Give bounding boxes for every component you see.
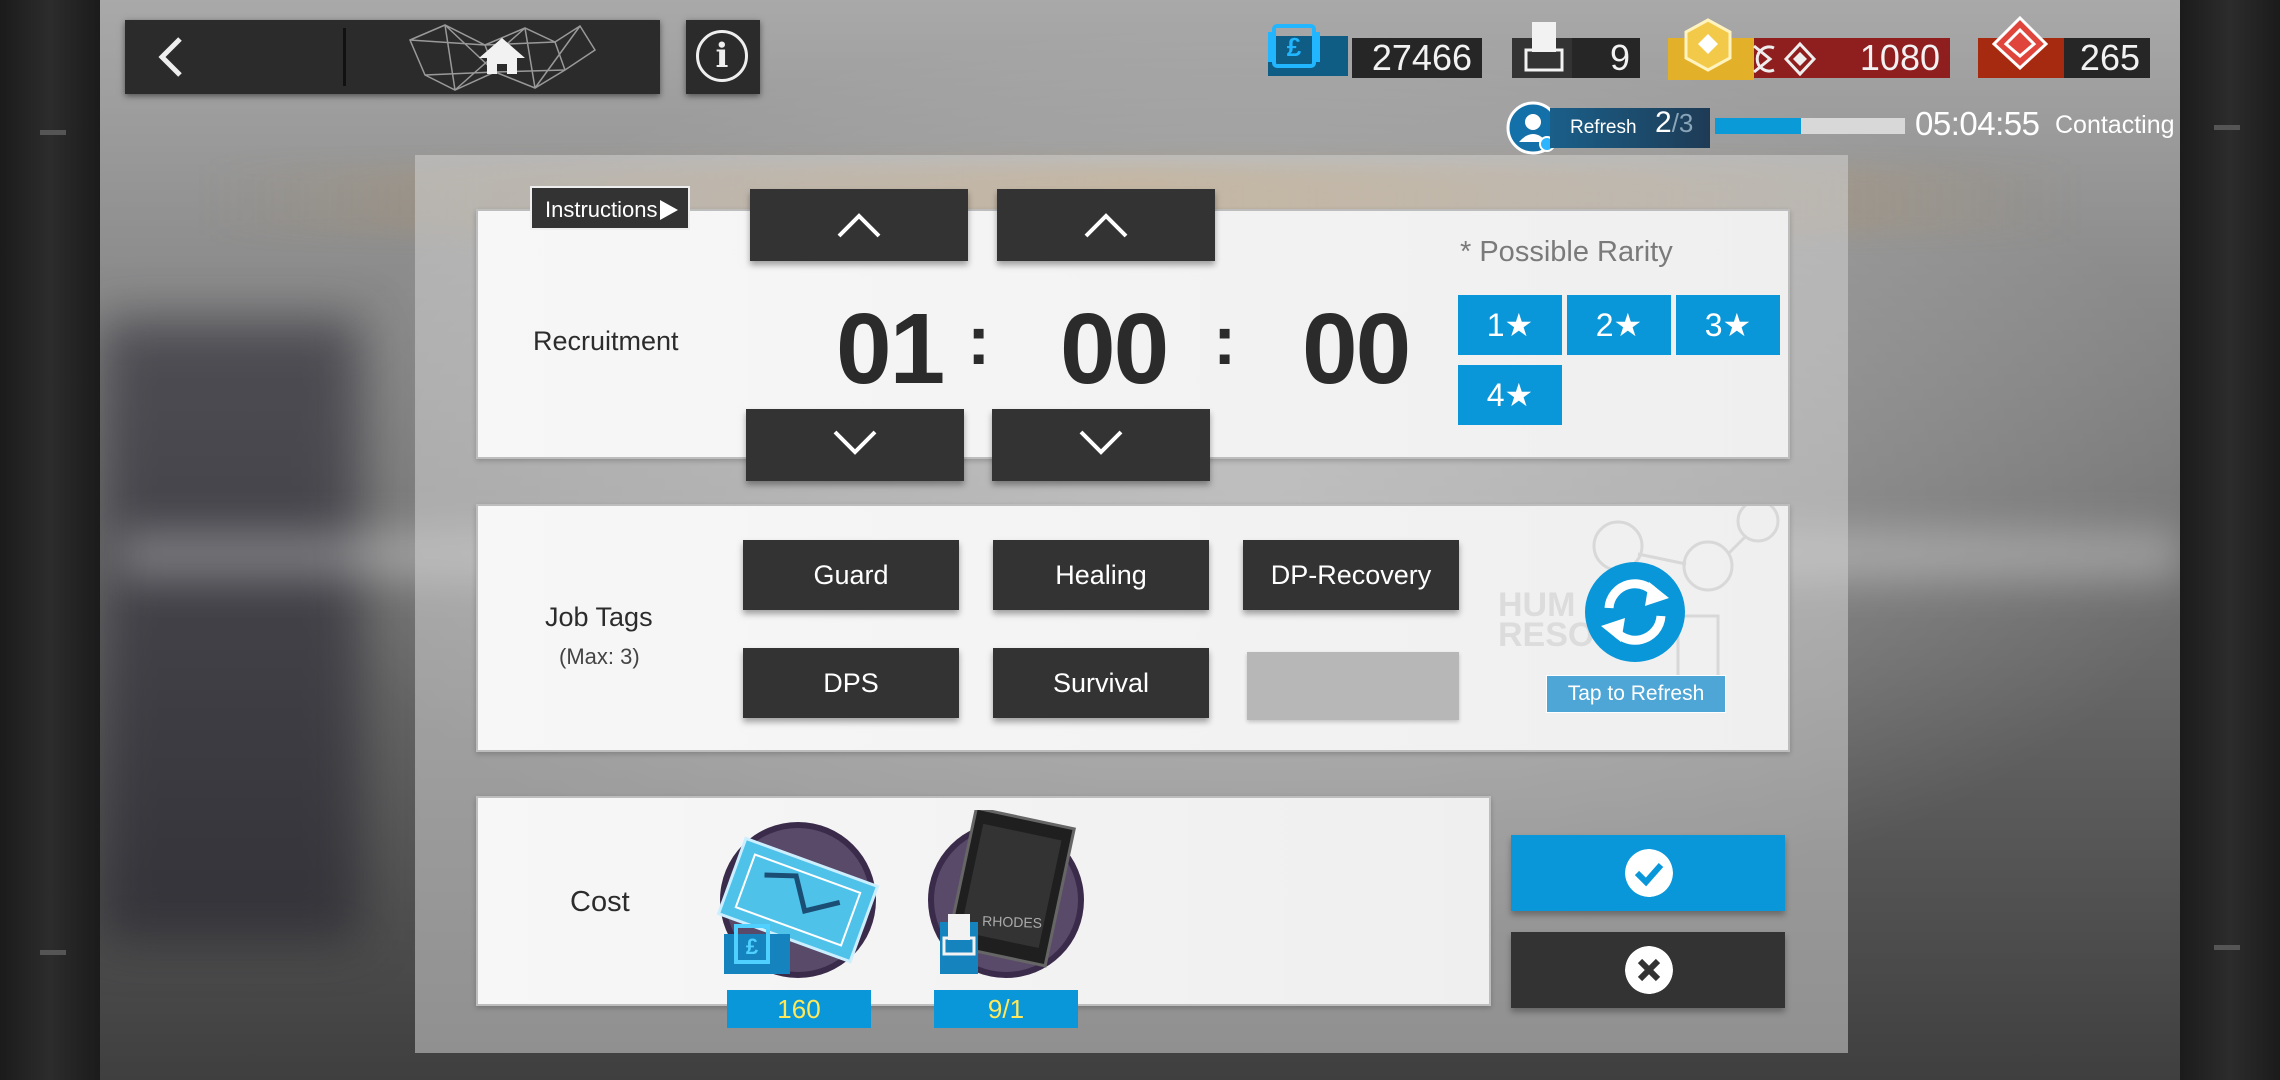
svg-text:£: £	[1287, 32, 1302, 62]
orundum-count: 265	[2064, 38, 2150, 78]
lmd-ticket-item-icon: £	[716, 822, 880, 978]
left-frame	[0, 0, 100, 1080]
minutes-decrease-button[interactable]	[992, 409, 1210, 481]
close-icon	[1625, 946, 1673, 994]
minutes-value: 00	[1060, 293, 1169, 405]
seconds-value: 00	[1302, 293, 1411, 405]
permit-cost-amount: 9/1	[934, 990, 1078, 1028]
contact-status: Contacting	[2055, 111, 2175, 139]
info-icon: i	[696, 30, 748, 82]
contact-progress-bar	[1715, 118, 1905, 134]
rarity-1-star: 1★	[1458, 295, 1562, 355]
rarity-4-star: 4★	[1458, 365, 1562, 425]
recruitment-permit-icon	[1512, 22, 1572, 78]
tap-to-refresh-label[interactable]: Tap to Refresh	[1546, 675, 1726, 713]
chevron-down-icon	[1079, 430, 1123, 455]
instructions-button[interactable]: Instructions	[530, 186, 690, 230]
play-arrow-icon	[660, 200, 678, 220]
chevron-up-icon	[837, 213, 881, 238]
hours-value: 01	[836, 293, 945, 405]
back-button[interactable]	[125, 20, 345, 94]
svg-text:RHODES: RHODES	[982, 913, 1042, 931]
chevron-up-icon	[1084, 213, 1128, 238]
tag-survival-button[interactable]: Survival	[993, 648, 1209, 718]
contact-progress-fill	[1715, 118, 1801, 134]
refresh-status-bar: Refresh 2/3 05:04:55 Contacting	[1505, 100, 2175, 155]
tag-guard-button[interactable]: Guard	[743, 540, 959, 610]
lmd-icon: £	[1268, 24, 1348, 76]
refresh-icon	[1585, 562, 1685, 662]
lmd-cost-amount: 160	[727, 990, 871, 1028]
contact-timer: 05:04:55	[1915, 105, 2040, 142]
svg-text:RESO: RESO	[1498, 616, 1594, 654]
refresh-count: 2/3	[1655, 106, 1694, 139]
recruitment-label: Recruitment	[533, 326, 679, 356]
cost-label: Cost	[570, 886, 630, 918]
tag-healing-button[interactable]: Healing	[993, 540, 1209, 610]
right-frame	[2180, 0, 2280, 1080]
confirm-button[interactable]	[1511, 835, 1785, 911]
hours-increase-button[interactable]	[750, 189, 968, 261]
nav-divider	[343, 28, 346, 86]
time-separator: :	[1213, 301, 1237, 379]
rarity-2-star: 2★	[1567, 295, 1671, 355]
time-separator: :	[967, 301, 991, 379]
job-tags-label: Job Tags	[545, 602, 653, 632]
cancel-button[interactable]	[1511, 932, 1785, 1008]
checkmark-icon	[1625, 849, 1673, 897]
lmd-count: 27466	[1352, 38, 1482, 78]
possible-rarity-title: * Possible Rarity	[1460, 236, 1673, 268]
tag-empty-slot	[1247, 652, 1459, 720]
tag-dps-button[interactable]: DPS	[743, 648, 959, 718]
back-arrow-icon	[158, 37, 182, 77]
hours-decrease-button[interactable]	[746, 409, 964, 481]
originium-icon	[1753, 41, 1817, 77]
chevron-down-icon	[833, 430, 877, 455]
permit-count: 9	[1572, 38, 1640, 78]
minutes-increase-button[interactable]	[997, 189, 1215, 261]
recruitment-permit-item-icon: RHODES	[928, 810, 1084, 978]
svg-text:£: £	[746, 934, 759, 959]
info-button[interactable]: i	[686, 20, 760, 94]
orundum-icon	[1991, 16, 2049, 70]
home-icon	[409, 24, 597, 91]
refresh-tags-button[interactable]	[1583, 560, 1687, 664]
originite-prime-icon	[1668, 18, 1754, 80]
home-button[interactable]	[405, 20, 660, 94]
tag-dp-recovery-button[interactable]: DP-Recovery	[1243, 540, 1459, 610]
job-tags-max-label: (Max: 3)	[559, 644, 640, 669]
rarity-3-star: 3★	[1676, 295, 1780, 355]
nav-bar	[125, 20, 660, 94]
